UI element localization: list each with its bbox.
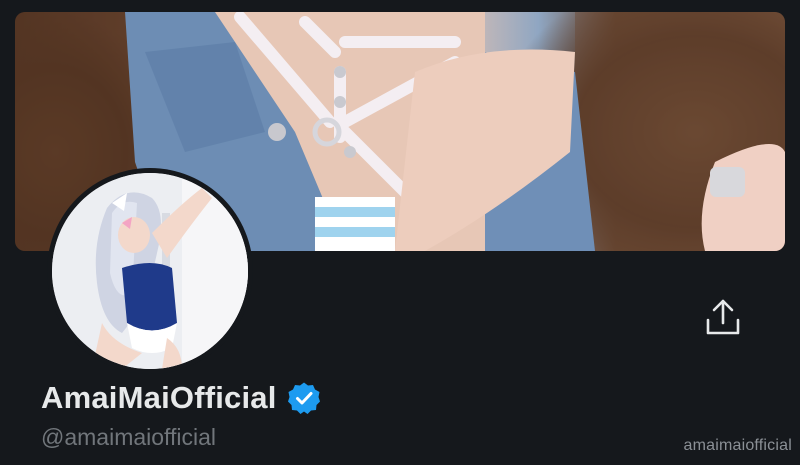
share-button[interactable] xyxy=(698,292,748,342)
display-name: AmaiMaiOfficial xyxy=(41,380,277,415)
profile-avatar[interactable] xyxy=(47,168,253,374)
verified-badge-icon[interactable] xyxy=(287,381,321,415)
display-name-row: AmaiMaiOfficial xyxy=(41,380,321,416)
avatar-photo xyxy=(52,173,248,369)
user-handle: @amaimaiofficial xyxy=(41,424,217,450)
profile-page: AmaiMaiOfficial @amaimaiofficial amaimai… xyxy=(0,0,800,465)
share-upload-icon xyxy=(706,299,740,335)
watermark-text: amaimaiofficial xyxy=(683,437,792,454)
